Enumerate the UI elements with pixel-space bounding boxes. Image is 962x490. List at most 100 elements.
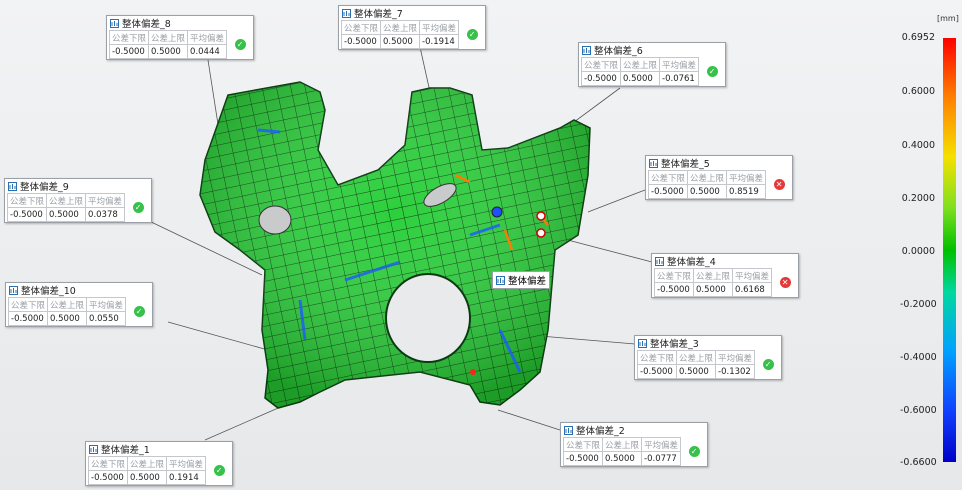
avg-dev-label: 平均偏差 — [715, 350, 756, 365]
lower-tol-value: -0.5000 — [653, 282, 695, 297]
lower-tol-label: 公差下限 — [6, 193, 48, 208]
callout-title: 整体偏差_10 — [21, 286, 76, 297]
avg-dev-label: 平均偏差 — [732, 268, 773, 283]
legend-tick: 0.4000 — [901, 140, 935, 151]
lower-tol-value: -0.5000 — [636, 364, 678, 379]
callout-deviation-10[interactable]: 整体偏差_10 公差下限 公差上限 平均偏差 ✓ -0.5000 0.5000 0.055… — [5, 282, 154, 327]
upper-tol-value: 0.5000 — [693, 282, 734, 297]
legend-unit: [mm] — [937, 14, 959, 23]
lower-tol-label: 公差下限 — [653, 268, 695, 283]
pass-check-icon: ✓ — [466, 29, 478, 40]
lower-tol-value: -0.5000 — [6, 207, 48, 222]
pass-check-icon: ✓ — [706, 66, 718, 77]
measure-icon — [655, 256, 664, 266]
callout-title: 整体偏差_1 — [101, 445, 150, 456]
upper-tol-label: 公差上限 — [693, 268, 734, 283]
avg-dev-value: -0.0777 — [641, 451, 682, 466]
upper-tol-value: 0.5000 — [602, 451, 643, 466]
avg-dev-label: 平均偏差 — [187, 30, 228, 45]
callout-deviation-4[interactable]: 整体偏差_4 公差下限 公差上限 平均偏差 ✕ -0.5000 0.5000 0.6168 — [651, 253, 800, 298]
legend-tick: -0.2000 — [900, 299, 937, 310]
avg-dev-label: 平均偏差 — [726, 170, 767, 185]
upper-tol-label: 公差上限 — [148, 30, 189, 45]
avg-dev-value: -0.1914 — [419, 34, 460, 49]
upper-tol-label: 公差上限 — [676, 350, 717, 365]
casting-part[interactable] — [199, 81, 591, 409]
fail-cross-icon: ✕ — [773, 179, 785, 190]
callout-title: 整体偏差_2 — [576, 426, 625, 437]
lower-tol-value: -0.5000 — [108, 44, 150, 59]
avg-dev-value: 0.0444 — [187, 44, 228, 59]
measure-icon — [649, 158, 658, 168]
legend-tick: -0.4000 — [900, 352, 937, 363]
upper-tol-label: 公差上限 — [380, 20, 421, 35]
lower-tol-value: -0.5000 — [647, 184, 689, 199]
avg-dev-value: 0.0550 — [86, 311, 127, 326]
upper-tol-label: 公差上限 — [127, 456, 168, 471]
pass-check-icon: ✓ — [234, 39, 246, 50]
upper-tol-label: 公差上限 — [620, 57, 661, 72]
part-deviation-model[interactable] — [0, 0, 962, 490]
lower-tol-label: 公差下限 — [636, 350, 678, 365]
legend-tick: -0.6600 — [900, 457, 937, 468]
avg-dev-value: 0.6168 — [732, 282, 773, 297]
lower-tol-value: -0.5000 — [580, 71, 622, 86]
callout-deviation-3[interactable]: 整体偏差_3 公差下限 公差上限 平均偏差 ✓ -0.5000 0.5000 -0.130… — [634, 335, 783, 380]
callout-deviation-1[interactable]: 整体偏差_1 公差下限 公差上限 平均偏差 ✓ -0.5000 0.5000 0.1914 — [85, 441, 234, 486]
measure-icon — [638, 338, 647, 348]
lower-tol-label: 公差下限 — [87, 456, 129, 471]
callout-deviation-8[interactable]: 整体偏差_8 公差下限 公差上限 平均偏差 ✓ -0.5000 0.5000 0.0444 — [106, 15, 255, 60]
avg-dev-label: 平均偏差 — [85, 193, 126, 208]
legend-tick: 0.0000 — [901, 246, 935, 257]
lower-tol-value: -0.5000 — [562, 451, 604, 466]
center-tag-label: 整体偏差 — [508, 276, 547, 287]
pass-check-icon: ✓ — [133, 306, 145, 317]
measure-icon — [342, 8, 351, 18]
avg-dev-label: 平均偏差 — [86, 297, 127, 312]
upper-tol-value: 0.5000 — [46, 207, 87, 222]
callout-title: 整体偏差_4 — [667, 257, 716, 268]
legend-tick: 0.6000 — [901, 86, 935, 97]
callout-deviation-6[interactable]: 整体偏差_6 公差下限 公差上限 平均偏差 ✓ -0.5000 0.5000 -0.076… — [578, 42, 727, 87]
color-scale-bar — [943, 38, 956, 462]
callout-deviation-7[interactable]: 整体偏差_7 公差下限 公差上限 平均偏差 ✓ -0.5000 0.5000 -0.191… — [338, 5, 487, 50]
center-deviation-tag[interactable]: 整体偏差 — [492, 271, 551, 289]
callout-title: 整体偏差_5 — [661, 159, 710, 170]
avg-dev-label: 平均偏差 — [641, 437, 682, 452]
3d-viewport[interactable] — [0, 0, 962, 490]
upper-tol-label: 公差上限 — [687, 170, 728, 185]
measure-icon — [496, 275, 505, 285]
upper-tol-label: 公差上限 — [47, 297, 88, 312]
pass-check-icon: ✓ — [213, 465, 225, 476]
pass-check-icon: ✓ — [762, 359, 774, 370]
avg-dev-value: -0.0761 — [659, 71, 700, 86]
lower-tol-label: 公差下限 — [108, 30, 150, 45]
upper-tol-value: 0.5000 — [687, 184, 728, 199]
measure-icon — [582, 45, 591, 55]
callout-deviation-9[interactable]: 整体偏差_9 公差下限 公差上限 平均偏差 ✓ -0.5000 0.5000 0.0378 — [4, 178, 153, 223]
legend-tick: 0.2000 — [901, 193, 935, 204]
upper-tol-label: 公差上限 — [602, 437, 643, 452]
avg-dev-label: 平均偏差 — [419, 20, 460, 35]
pass-check-icon: ✓ — [132, 202, 144, 213]
legend-tick: 0.6952 — [901, 32, 935, 43]
avg-dev-label: 平均偏差 — [166, 456, 207, 471]
pass-check-icon: ✓ — [688, 446, 700, 457]
upper-tol-label: 公差上限 — [46, 193, 87, 208]
lower-tol-label: 公差下限 — [580, 57, 622, 72]
upper-tol-value: 0.5000 — [380, 34, 421, 49]
avg-dev-value: 0.8519 — [726, 184, 767, 199]
callout-deviation-5[interactable]: 整体偏差_5 公差下限 公差上限 平均偏差 ✕ -0.5000 0.5000 0.8519 — [645, 155, 794, 200]
lower-tol-value: -0.5000 — [340, 34, 382, 49]
callout-title: 整体偏差_3 — [650, 339, 699, 350]
avg-dev-value: 0.0378 — [85, 207, 126, 222]
lower-tol-value: -0.5000 — [7, 311, 49, 326]
avg-dev-value: 0.1914 — [166, 470, 207, 485]
upper-tol-value: 0.5000 — [47, 311, 88, 326]
upper-tol-value: 0.5000 — [620, 71, 661, 86]
fail-cross-icon: ✕ — [779, 277, 791, 288]
upper-tol-value: 0.5000 — [676, 364, 717, 379]
callout-deviation-2[interactable]: 整体偏差_2 公差下限 公差上限 平均偏差 ✓ -0.5000 0.5000 -0.077… — [560, 422, 709, 467]
avg-dev-label: 平均偏差 — [659, 57, 700, 72]
lower-tol-label: 公差下限 — [7, 297, 49, 312]
